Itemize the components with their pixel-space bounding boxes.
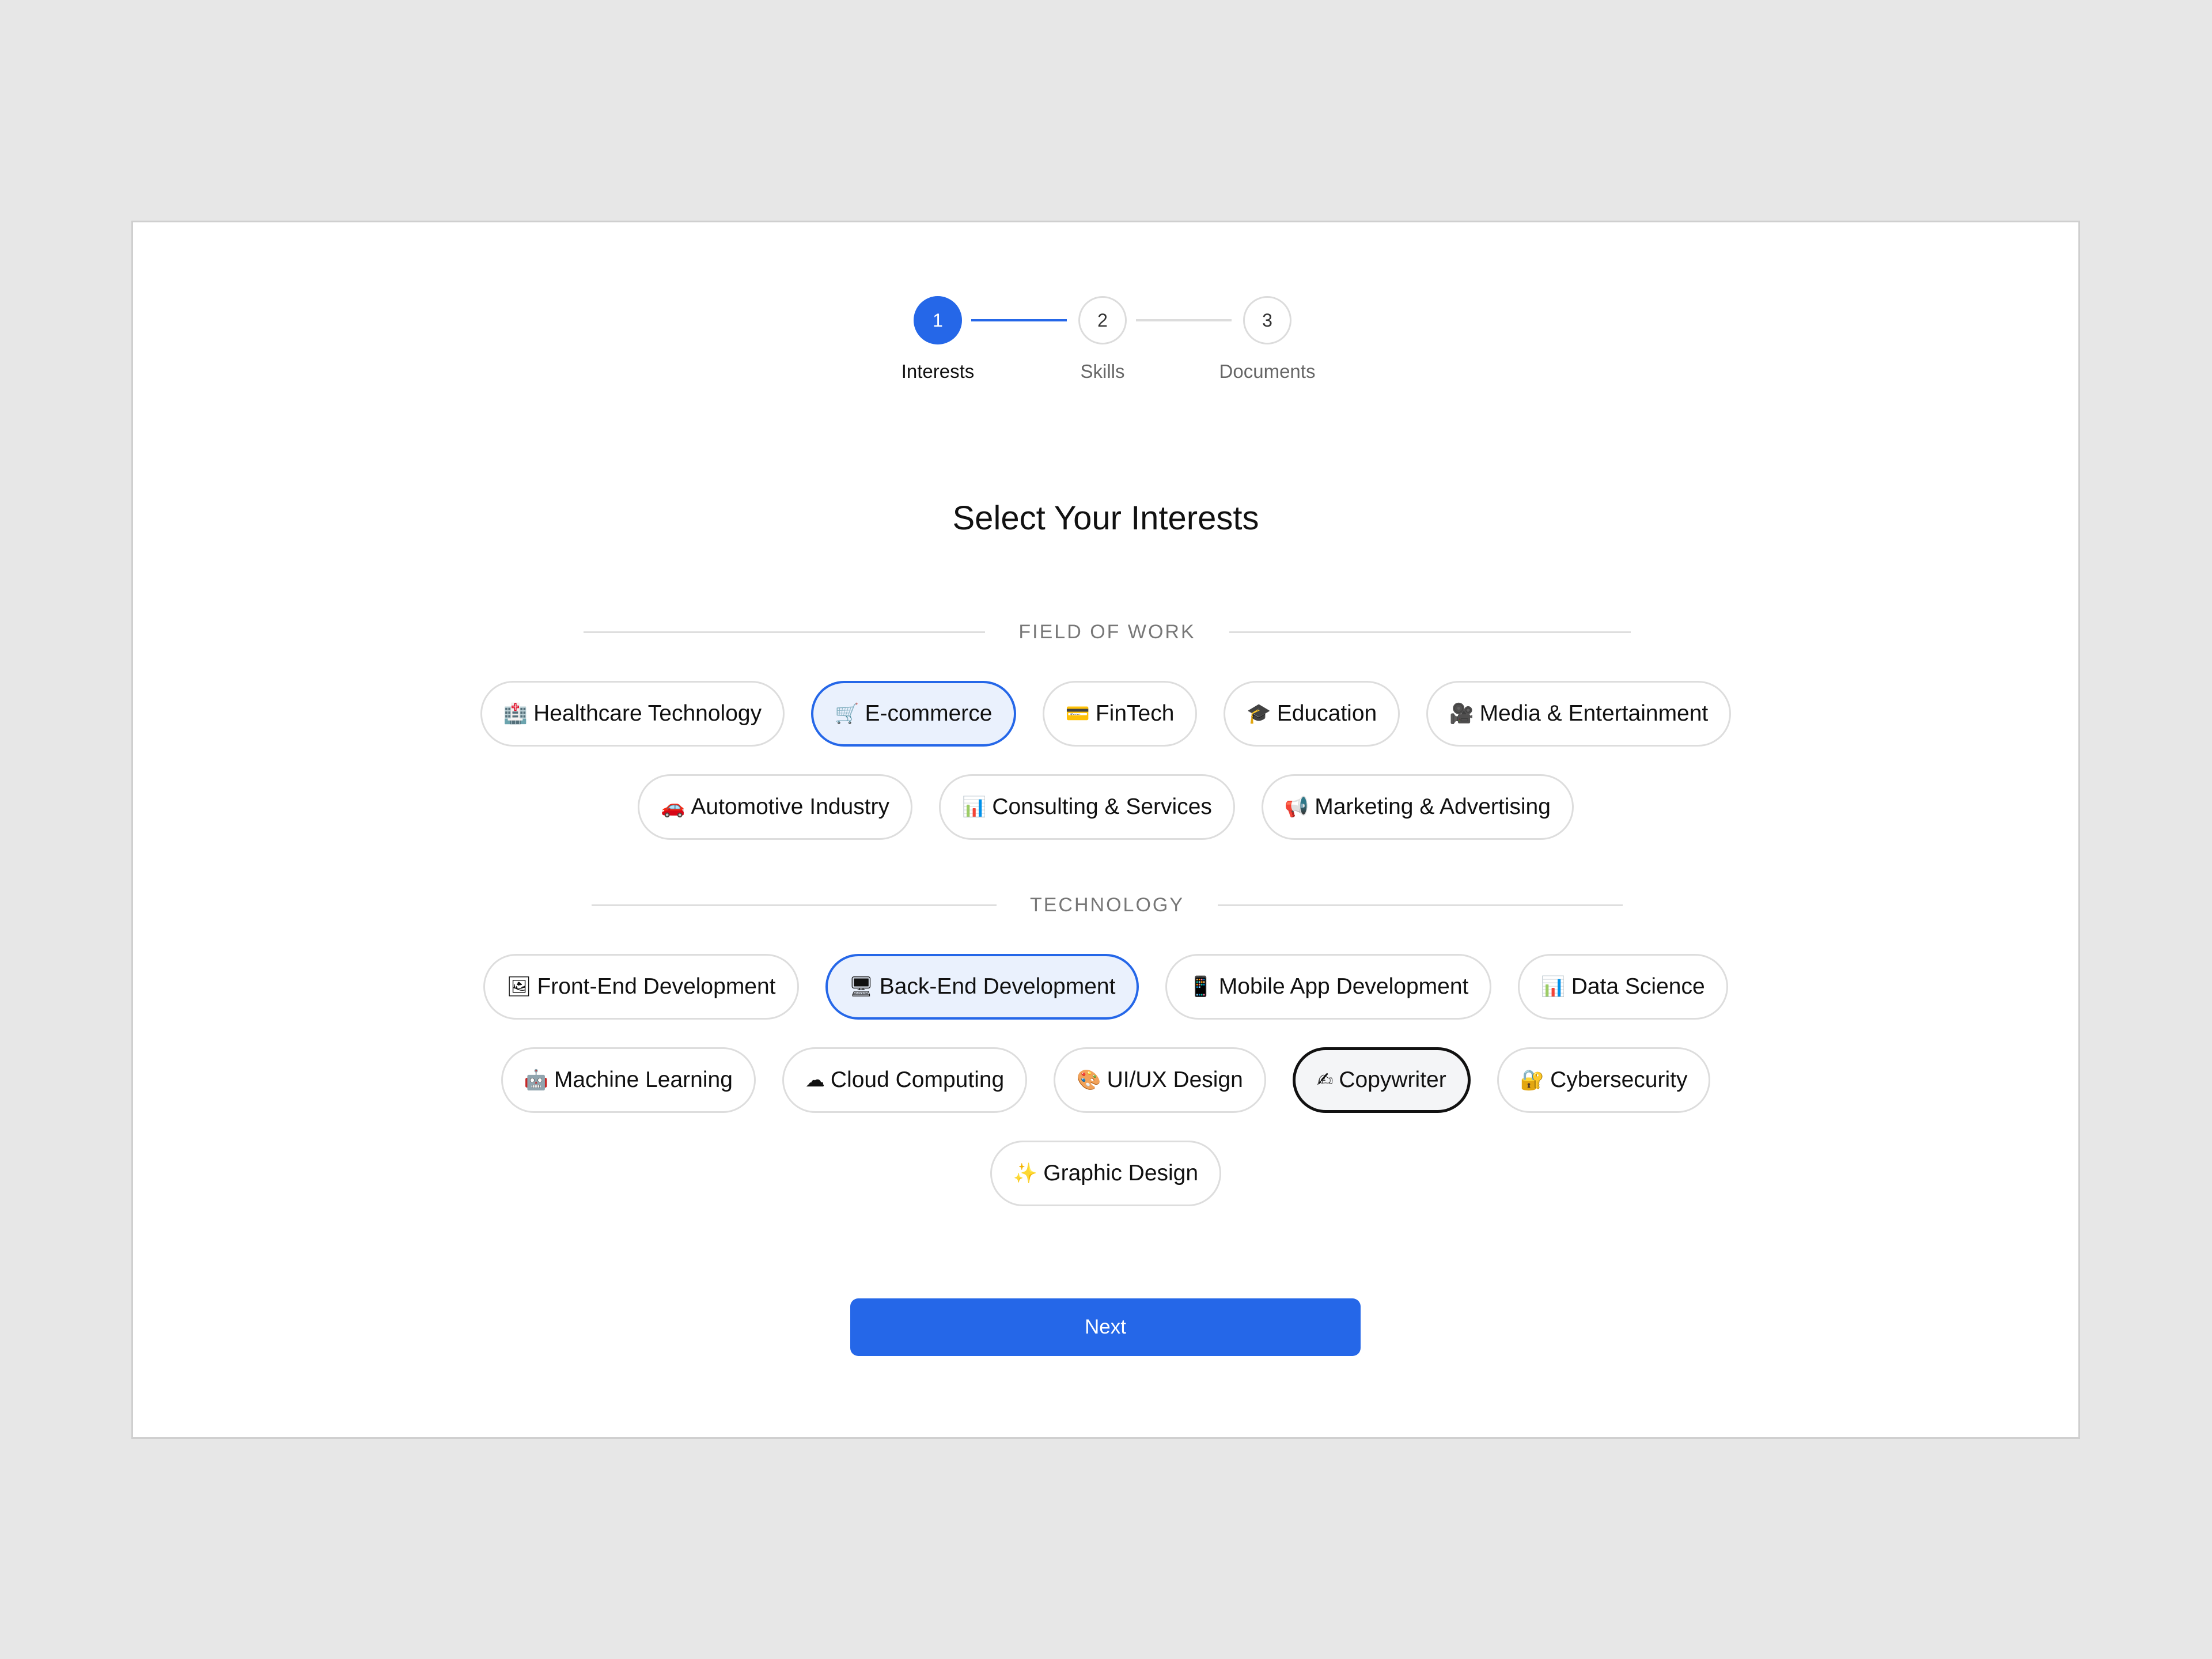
chip-marketing-advertising[interactable]: 📢 Marketing & Advertising	[1261, 774, 1574, 840]
progress-stepper: 1 2 3 Interests Skills Documents	[133, 222, 2078, 395]
chip-label: Consulting & Services	[992, 794, 1212, 819]
chip-label: Cloud Computing	[830, 1067, 1005, 1092]
chip-label: Graphic Design	[1043, 1161, 1199, 1185]
chip-label: Copywriter	[1339, 1067, 1446, 1092]
chip-label: Front-End Development	[537, 974, 776, 999]
field-of-work-row-2: 🚗 Automotive Industry 📊 Consulting & Ser…	[133, 774, 2078, 840]
lock-icon: 🔐	[1520, 1069, 1545, 1092]
page-title: Select Your Interests	[952, 499, 1259, 537]
technology-heading: TECHNOLOGY	[592, 894, 1623, 916]
step-connector-2	[1136, 319, 1232, 321]
divider-right	[1229, 631, 1631, 633]
palette-icon: 🎨	[1077, 1069, 1101, 1092]
chip-media-entertainment[interactable]: 🎥 Media & Entertainment	[1426, 681, 1732, 747]
bar-chart-icon: 📊	[962, 796, 987, 819]
graduation-cap-icon: 🎓	[1247, 702, 1271, 725]
sparkles-icon: ✨	[1013, 1162, 1038, 1185]
chip-label: Cybersecurity	[1550, 1067, 1688, 1092]
onboarding-card: 1 2 3 Interests Skills Documents Select …	[131, 221, 2080, 1439]
mobile-phone-icon: 📱	[1188, 975, 1213, 998]
chip-label: FinTech	[1095, 701, 1175, 726]
chip-fintech[interactable]: 💳 FinTech	[1042, 681, 1198, 747]
hospital-icon: 🏥	[503, 702, 528, 725]
field-of-work-label: FIELD OF WORK	[1018, 621, 1196, 643]
chip-machine-learning[interactable]: 🤖 Machine Learning	[501, 1047, 756, 1113]
chip-automotive-industry[interactable]: 🚗 Automotive Industry	[638, 774, 913, 840]
step-2-indicator[interactable]: 2	[1078, 296, 1127, 344]
shopping-cart-icon: 🛒	[835, 702, 859, 725]
chip-label: Data Science	[1571, 974, 1705, 999]
step-2-label: Skills	[1080, 361, 1125, 382]
cloud-icon: ☁	[805, 1069, 825, 1092]
step-2-number: 2	[1097, 309, 1108, 331]
step-1-label: Interests	[901, 361, 975, 382]
divider-left	[584, 631, 986, 633]
chip-cybersecurity[interactable]: 🔐 Cybersecurity	[1497, 1047, 1711, 1113]
chip-cloud-computing[interactable]: ☁ Cloud Computing	[782, 1047, 1028, 1113]
chip-e-commerce[interactable]: 🛒 E-commerce	[811, 681, 1016, 747]
chip-label: Machine Learning	[554, 1067, 733, 1092]
chip-copywriter[interactable]: ✍ Copywriter	[1292, 1047, 1471, 1113]
picture-icon: 🖼	[506, 975, 532, 998]
chip-healthcare-technology[interactable]: 🏥 Healthcare Technology	[480, 681, 785, 747]
chip-graphic-design[interactable]: ✨ Graphic Design	[990, 1141, 1222, 1206]
chip-education[interactable]: 🎓 Education	[1224, 681, 1400, 747]
step-connector-1	[971, 319, 1067, 321]
chip-label: Mobile App Development	[1218, 974, 1469, 999]
chip-label: Education	[1277, 701, 1377, 726]
step-1-number: 1	[933, 309, 943, 331]
chip-label: Back-End Development	[879, 974, 1116, 999]
video-camera-icon: 🎥	[1449, 702, 1474, 725]
step-3-number: 3	[1262, 309, 1272, 331]
chip-consulting-services[interactable]: 📊 Consulting & Services	[939, 774, 1235, 840]
step-3-label: Documents	[1219, 361, 1316, 382]
chip-label: Marketing & Advertising	[1315, 794, 1551, 819]
divider-right	[1218, 904, 1623, 906]
chip-label: UI/UX Design	[1107, 1067, 1243, 1092]
technology-row-2: 🤖 Machine Learning ☁ Cloud Computing 🎨 U…	[133, 1047, 2078, 1113]
desktop-computer-icon: 🖥	[849, 975, 874, 998]
credit-card-icon: 💳	[1065, 702, 1090, 725]
chip-data-science[interactable]: 📊 Data Science	[1518, 954, 1728, 1020]
technology-row-1: 🖼 Front-End Development 🖥 Back-End Devel…	[133, 954, 2078, 1020]
robot-icon: 🤖	[524, 1069, 548, 1092]
chip-front-end-development[interactable]: 🖼 Front-End Development	[483, 954, 799, 1020]
step-3-indicator[interactable]: 3	[1243, 296, 1291, 344]
field-of-work-row-1: 🏥 Healthcare Technology 🛒 E-commerce 💳 F…	[133, 681, 2078, 747]
writing-hand-icon: ✍	[1316, 1069, 1334, 1092]
chip-label: Media & Entertainment	[1479, 701, 1709, 726]
chip-back-end-development[interactable]: 🖥 Back-End Development	[825, 954, 1139, 1020]
field-of-work-heading: FIELD OF WORK	[584, 621, 1631, 643]
technology-label: TECHNOLOGY	[1029, 894, 1185, 916]
technology-row-3: ✨ Graphic Design	[133, 1141, 2078, 1206]
next-button[interactable]: Next	[850, 1298, 1361, 1356]
chip-mobile-app-development[interactable]: 📱 Mobile App Development	[1165, 954, 1492, 1020]
chip-label: Healthcare Technology	[533, 701, 762, 726]
chip-label: E-commerce	[865, 701, 993, 726]
step-1-indicator[interactable]: 1	[914, 296, 962, 344]
chip-label: Automotive Industry	[691, 794, 890, 819]
divider-left	[592, 904, 997, 906]
bar-chart-icon: 📊	[1541, 975, 1566, 998]
megaphone-icon: 📢	[1284, 796, 1309, 819]
chip-ui-ux-design[interactable]: 🎨 UI/UX Design	[1054, 1047, 1266, 1113]
car-icon: 🚗	[661, 796, 685, 819]
